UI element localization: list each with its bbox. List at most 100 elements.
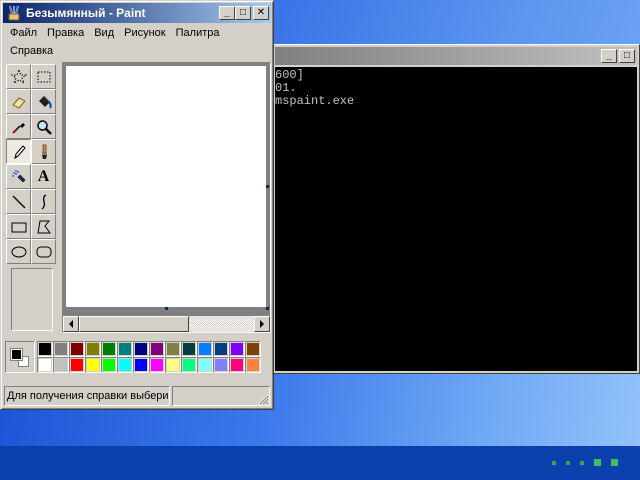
tool-line[interactable] (6, 189, 31, 214)
palette-color[interactable] (85, 357, 101, 373)
window-title: Безымянный - Paint (26, 6, 146, 20)
resize-grip-icon[interactable] (257, 393, 269, 405)
menu-view[interactable]: Вид (89, 27, 119, 39)
close-button[interactable]: ✕ (253, 6, 269, 20)
palette-color[interactable] (101, 341, 117, 357)
ellipse-icon (11, 246, 26, 257)
polygon-icon (36, 220, 51, 233)
palette-color[interactable] (69, 341, 85, 357)
menu-colors[interactable]: Палитра (171, 27, 225, 39)
palette-color[interactable] (213, 357, 229, 373)
horizontal-scrollbar[interactable] (63, 316, 270, 332)
tool-rounded-rectangle[interactable] (31, 239, 56, 264)
console-output[interactable]: 600] 01. mspaint.exe (275, 67, 637, 371)
palette-color[interactable] (149, 341, 165, 357)
desktop-bottom-strip (0, 446, 640, 480)
text-icon: A (37, 167, 50, 185)
palette-color[interactable] (229, 357, 245, 373)
tool-brush[interactable] (31, 139, 56, 164)
status-bar: Для получения справки выбери (4, 386, 270, 406)
tool-fill[interactable] (31, 89, 56, 114)
palette-color[interactable] (85, 341, 101, 357)
maximize-button[interactable]: □ (235, 6, 251, 20)
palette-color[interactable] (53, 341, 69, 357)
paint-app-icon[interactable] (6, 5, 22, 21)
palette-color[interactable] (37, 341, 53, 357)
tool-rectangle[interactable] (6, 214, 31, 239)
current-colors[interactable] (5, 341, 35, 373)
paint-window[interactable]: Безымянный - Paint _ □ ✕ Файл Правка Вид… (0, 0, 274, 410)
tool-curve[interactable] (31, 189, 56, 214)
palette-color[interactable] (117, 341, 133, 357)
tool-polygon[interactable] (31, 214, 56, 239)
tool-select[interactable] (31, 64, 56, 89)
console-minimize-button[interactable]: _ (601, 49, 617, 63)
scroll-thumb[interactable] (79, 316, 189, 332)
tool-box: A (6, 64, 58, 331)
rectangle-icon (11, 222, 26, 232)
console-titlebar[interactable]: _ □ (275, 47, 637, 65)
console-window[interactable]: _ □ 600] 01. mspaint.exe (272, 44, 640, 374)
palette-color[interactable] (229, 341, 245, 357)
console-maximize-button[interactable]: □ (619, 49, 635, 63)
tool-ellipse[interactable] (6, 239, 31, 264)
tool-pencil[interactable] (6, 139, 31, 164)
palette-color[interactable] (165, 341, 181, 357)
status-text: Для получения справки выбери (4, 386, 170, 406)
paint-titlebar[interactable]: Безымянный - Paint _ □ ✕ (3, 3, 271, 23)
canvas-viewport[interactable] (62, 62, 271, 333)
foreground-color-swatch[interactable] (10, 348, 23, 361)
palette-color[interactable] (165, 357, 181, 373)
tool-free-form-select[interactable] (6, 64, 31, 89)
palette-color[interactable] (117, 357, 133, 373)
menu-bar: Файл Правка Вид Рисунок Палитра Справка (5, 24, 269, 60)
console-line: mspaint.exe (275, 94, 355, 108)
palette-color[interactable] (181, 341, 197, 357)
menu-help[interactable]: Справка (5, 45, 58, 57)
palette-color[interactable] (149, 357, 165, 373)
minimize-button[interactable]: _ (219, 6, 235, 20)
palette-color[interactable] (197, 357, 213, 373)
palette-color[interactable] (213, 341, 229, 357)
palette-color[interactable] (245, 341, 261, 357)
star-select-icon (10, 68, 27, 84)
arrow-left-icon (69, 320, 73, 328)
palette-color[interactable] (181, 357, 197, 373)
resize-handle-corner[interactable] (266, 307, 269, 310)
palette-color[interactable] (245, 357, 261, 373)
rect-select-icon (37, 71, 50, 82)
palette-color[interactable] (133, 357, 149, 373)
palette-color[interactable] (69, 357, 85, 373)
menu-image[interactable]: Рисунок (119, 27, 171, 39)
progress-dot (611, 459, 618, 466)
scroll-track[interactable] (79, 316, 254, 332)
progress-dots (552, 459, 618, 466)
tool-magnifier[interactable] (31, 114, 56, 139)
scroll-left-button[interactable] (63, 316, 79, 332)
menu-file[interactable]: Файл (5, 27, 42, 39)
progress-dot (594, 459, 601, 466)
palette-color[interactable] (133, 341, 149, 357)
palette-color[interactable] (53, 357, 69, 373)
brush-icon (41, 144, 47, 159)
progress-dot (552, 460, 556, 465)
resize-handle-bottom[interactable] (165, 307, 168, 310)
arrow-right-icon (260, 320, 264, 328)
console-line: 600] (275, 68, 304, 82)
resize-handle-right[interactable] (266, 185, 269, 188)
tool-eraser[interactable] (6, 89, 31, 114)
airbrush-icon (11, 169, 25, 182)
progress-dot (580, 460, 584, 465)
palette-color[interactable] (197, 341, 213, 357)
palette-color[interactable] (37, 357, 53, 373)
tool-pick-color[interactable] (6, 114, 31, 139)
status-coordinates (172, 386, 270, 406)
palette-color[interactable] (101, 357, 117, 373)
tool-text[interactable]: A (31, 164, 56, 189)
tool-options-panel[interactable] (11, 268, 53, 331)
menu-edit[interactable]: Правка (42, 27, 89, 39)
magnifier-icon (36, 119, 52, 135)
scroll-right-button[interactable] (254, 316, 270, 332)
drawing-canvas[interactable] (66, 66, 269, 310)
tool-airbrush[interactable] (6, 164, 31, 189)
